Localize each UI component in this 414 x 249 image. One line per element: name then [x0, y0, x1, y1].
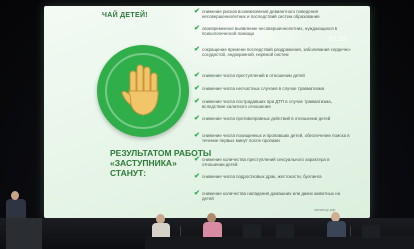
check-icon: ✔: [194, 115, 200, 122]
check-icon: ✔: [194, 85, 200, 92]
check-icon: ✔: [194, 25, 200, 32]
projection-screen: ЧАЙ ДЕТЕЙ! РЕЗУЛЬТАТОМ РАБОТЫ «ЗАСТУПНИК…: [44, 6, 370, 218]
speaker-head: [11, 191, 19, 200]
empty-chair: [276, 224, 294, 238]
slide-footnote: сенатор.рф: [314, 207, 336, 212]
empty-chair: [243, 224, 261, 238]
podium: [6, 218, 42, 249]
conference-scene: ЧАЙ ДЕТЕЙ! РЕЗУЛЬТАТОМ РАБОТЫ «ЗАСТУПНИК…: [0, 0, 414, 249]
slide-left-panel: ЧАЙ ДЕТЕЙ! РЕЗУЛЬТАТОМ РАБОТЫ «ЗАСТУПНИК…: [52, 12, 211, 207]
check-icon: ✔: [194, 72, 200, 79]
check-icon: ✔: [194, 46, 200, 53]
check-icon: ✔: [194, 190, 200, 197]
hand-badge: [97, 45, 189, 137]
panelist-body: [203, 222, 222, 237]
microphone: [350, 226, 351, 236]
number-tag: 01:31: [329, 36, 347, 43]
check-icon: ✔: [194, 156, 200, 163]
check-icon: ✔: [194, 98, 200, 105]
slide-top-fragment: ЧАЙ ДЕТЕЙ!: [102, 12, 148, 19]
panelist-body: [152, 223, 170, 237]
microphone: [180, 226, 181, 236]
raised-hand-icon: [121, 64, 159, 116]
empty-chair: [362, 225, 380, 238]
check-icon: ✔: [194, 173, 200, 180]
panelist-body: [327, 221, 346, 237]
check-icon: ✔: [194, 132, 200, 139]
check-icon: ✔: [194, 8, 200, 15]
